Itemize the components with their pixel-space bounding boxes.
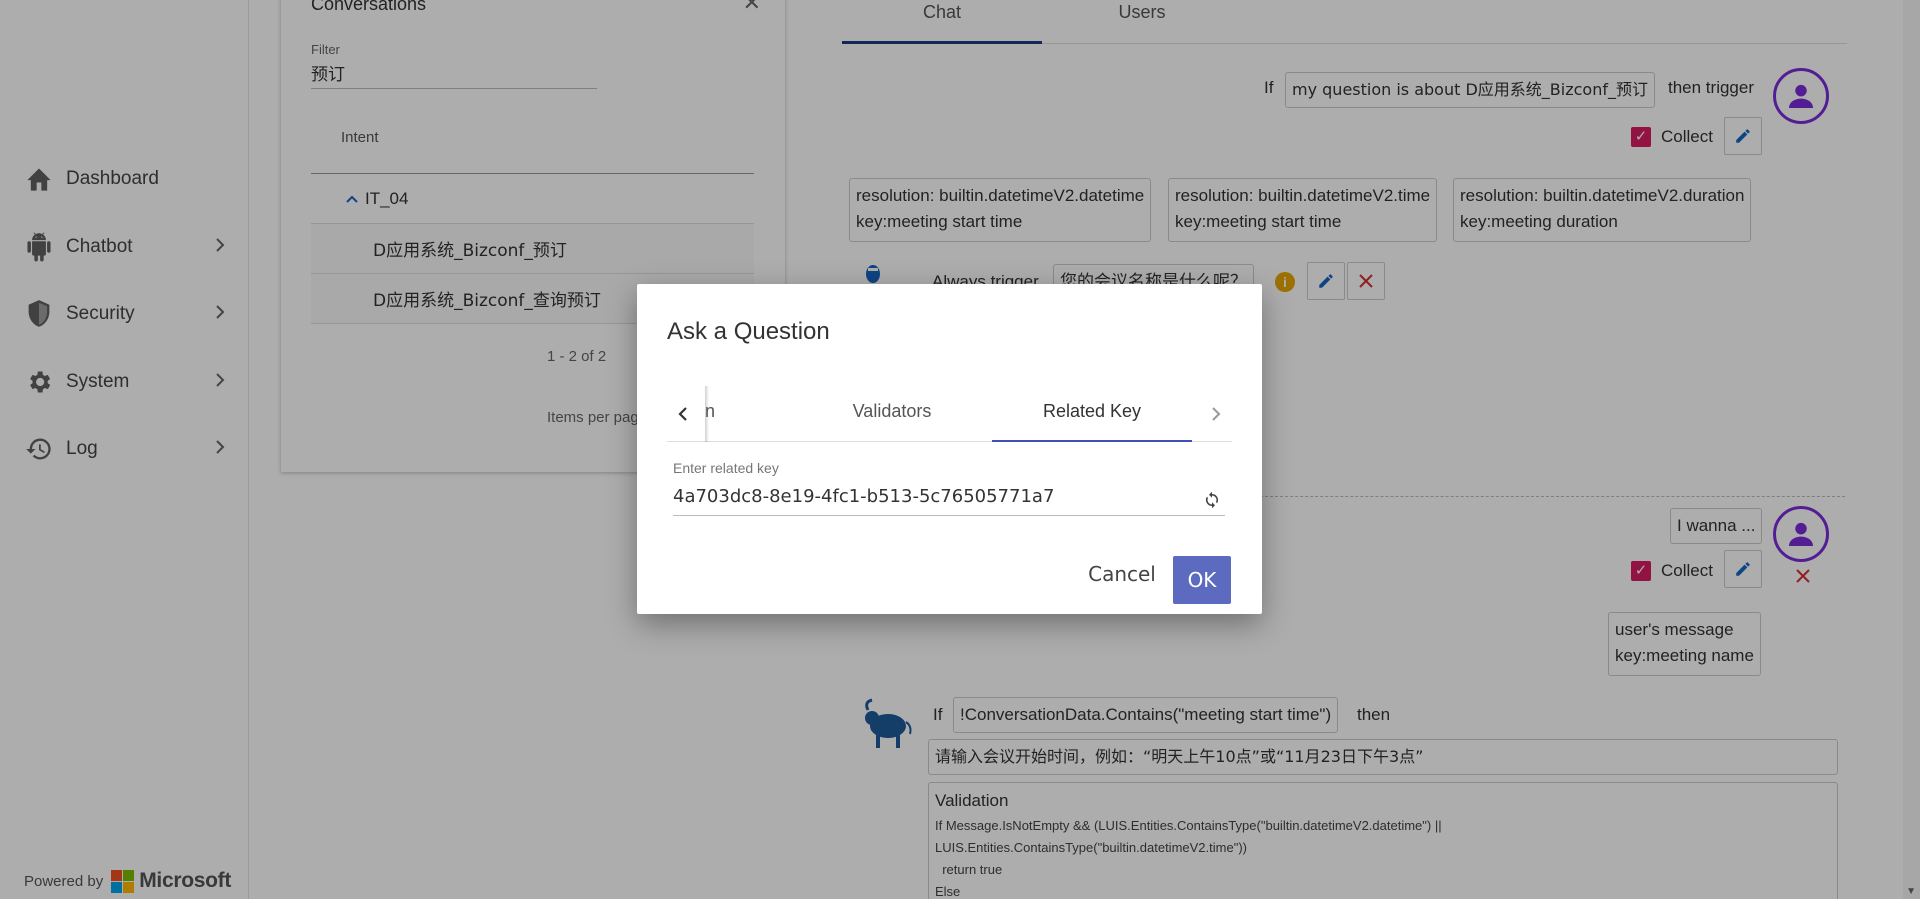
chevron-left-icon[interactable] (669, 400, 697, 428)
chevron-right-icon[interactable] (1202, 400, 1230, 428)
cancel-button[interactable]: Cancel (1087, 556, 1157, 592)
refresh-icon[interactable] (1200, 488, 1224, 512)
ask-question-dialog: Ask a Question n Validators Related Key … (637, 284, 1262, 614)
related-key-input[interactable] (673, 482, 1225, 516)
tab-related-key[interactable]: Related Key (992, 386, 1192, 442)
tab-validators[interactable]: Validators (825, 386, 959, 442)
tab-partial[interactable]: n (705, 401, 715, 422)
ok-button[interactable]: OK (1173, 556, 1231, 604)
dialog-tabs: n Validators Related Key (667, 386, 1232, 442)
related-key-label: Enter related key (673, 460, 779, 476)
dialog-title: Ask a Question (667, 318, 830, 345)
